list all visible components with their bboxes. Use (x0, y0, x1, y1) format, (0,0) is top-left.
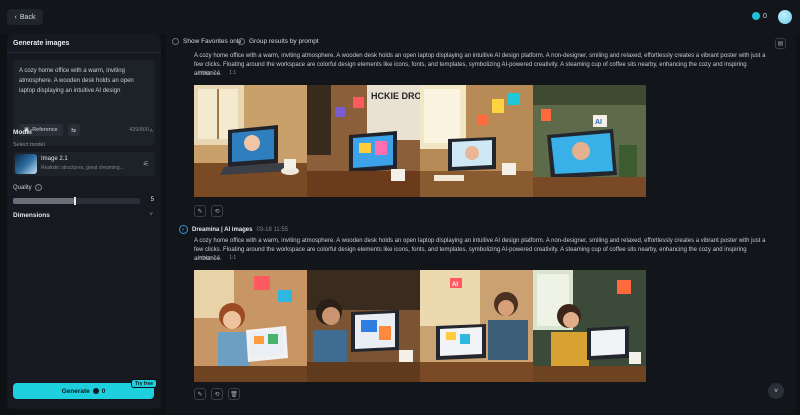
adjust-icon: ⇆ (71, 127, 77, 134)
coin-icon (92, 388, 99, 394)
info-icon[interactable]: i (34, 184, 42, 191)
try-free-badge: Try free (131, 379, 158, 388)
model-tag: Image 2.1 (198, 255, 221, 261)
radio-icon[interactable] (238, 38, 245, 45)
generation-prompt: A cozy home office with a warm, inviting… (194, 238, 766, 262)
show-favorites-label: Show Favorites only (183, 38, 242, 45)
edit-icon[interactable]: ✎ (194, 205, 206, 217)
scroll-down-button[interactable]: ˅ (768, 383, 784, 399)
generation-meta: Image 2.1 1:1 (198, 70, 236, 76)
edit-icon[interactable]: ✎ (194, 388, 206, 400)
slider-fill (13, 198, 74, 204)
generated-image[interactable]: AI (420, 270, 533, 382)
generated-image[interactable] (194, 270, 307, 382)
reference-label: Reference (32, 127, 58, 133)
avatar[interactable] (778, 10, 792, 24)
back-button[interactable]: ‹ Back (7, 9, 43, 25)
quality-slider[interactable] (13, 197, 140, 205)
select-model-label: Select model (13, 142, 45, 148)
generated-image[interactable]: HCKIE DROPAH (307, 85, 420, 197)
chevron-down-icon[interactable]: ˅ (149, 212, 153, 218)
generate-label: Generate (61, 387, 90, 395)
trash-icon[interactable]: 🗑 (228, 388, 240, 400)
generated-image[interactable] (420, 85, 533, 197)
character-count: 439/800 (129, 127, 149, 133)
ratio-tag: 1:1 (229, 255, 237, 261)
ai-label: AI (452, 282, 458, 288)
generated-image[interactable] (533, 270, 646, 382)
prompt-text[interactable]: A cozy home office with a warm, inviting… (19, 66, 145, 96)
brand-name: Dreamina | AI images (192, 226, 253, 233)
results-area: Show Favorites only Group results by pro… (166, 34, 796, 415)
panel-title: Generate images (13, 40, 70, 47)
chevron-up-icon[interactable]: ˄ (149, 129, 153, 135)
divider (7, 52, 161, 53)
credits-count: 0 (763, 12, 767, 20)
dimensions-section-title[interactable]: Dimensions (13, 212, 50, 219)
ratio-tag: 1:1 (229, 70, 237, 76)
chevron-left-icon: ‹ (14, 13, 17, 21)
model-section-title[interactable]: Model (13, 129, 32, 136)
coin-icon (752, 12, 760, 20)
model-description: Realistic structures, great dreaming... (41, 165, 124, 171)
radio-icon[interactable] (172, 38, 179, 45)
image-grid: AI (194, 270, 646, 382)
generate-cost: 0 (101, 387, 106, 395)
quality-value: 5 (150, 197, 154, 203)
generated-image[interactable] (194, 85, 307, 197)
poster-text: HCKIE DROPAH (371, 91, 420, 101)
generation-meta: Image 2.1 1:1 (198, 255, 236, 261)
result-actions: ✎ ⟲ 🗑 (194, 388, 240, 400)
result-actions: ✎ ⟲ (194, 205, 223, 217)
credits-display[interactable]: 0 (752, 12, 767, 20)
generated-image[interactable] (307, 270, 420, 382)
image-grid: HCKIE DROPAH (194, 85, 646, 197)
model-name: Image 2.1 (41, 156, 68, 162)
back-label: Back (19, 13, 36, 21)
dreamina-logo-icon: ◐ (179, 225, 188, 234)
top-bar: ‹ Back 0 (0, 0, 800, 34)
regenerate-icon[interactable]: ⟲ (211, 388, 223, 400)
chevron-down-icon: ˅ (773, 387, 779, 395)
group-results-toggle[interactable]: Group results by prompt (238, 38, 319, 45)
generation-prompt: A cozy home office with a warm, inviting… (194, 53, 766, 77)
save-icon[interactable]: ▤ (775, 38, 786, 49)
generate-panel: Generate images A cozy home office with … (7, 34, 161, 409)
group-results-label: Group results by prompt (249, 38, 319, 45)
prompt-input[interactable]: A cozy home office with a warm, inviting… (13, 60, 155, 146)
model-selector[interactable]: Image 2.1 Realistic structures, great dr… (13, 152, 155, 176)
show-favorites-toggle[interactable]: Show Favorites only (172, 38, 242, 45)
quality-text: Quality (13, 184, 32, 191)
quality-label: Quality i (13, 184, 42, 191)
prompt-settings-button[interactable]: ⇆ (67, 124, 80, 136)
regenerate-icon[interactable]: ⟲ (211, 205, 223, 217)
sliders-icon[interactable]: ⚟ (143, 160, 149, 168)
result-header: ◐ Dreamina | AI images 03-18 11:55 (179, 225, 288, 234)
model-thumbnail (15, 154, 37, 174)
generation-time: 03-18 11:55 (256, 226, 289, 233)
ai-label: AI (595, 119, 602, 126)
generated-image[interactable]: AI (533, 85, 646, 197)
slider-handle[interactable] (73, 197, 76, 205)
model-tag: Image 2.1 (198, 70, 221, 76)
